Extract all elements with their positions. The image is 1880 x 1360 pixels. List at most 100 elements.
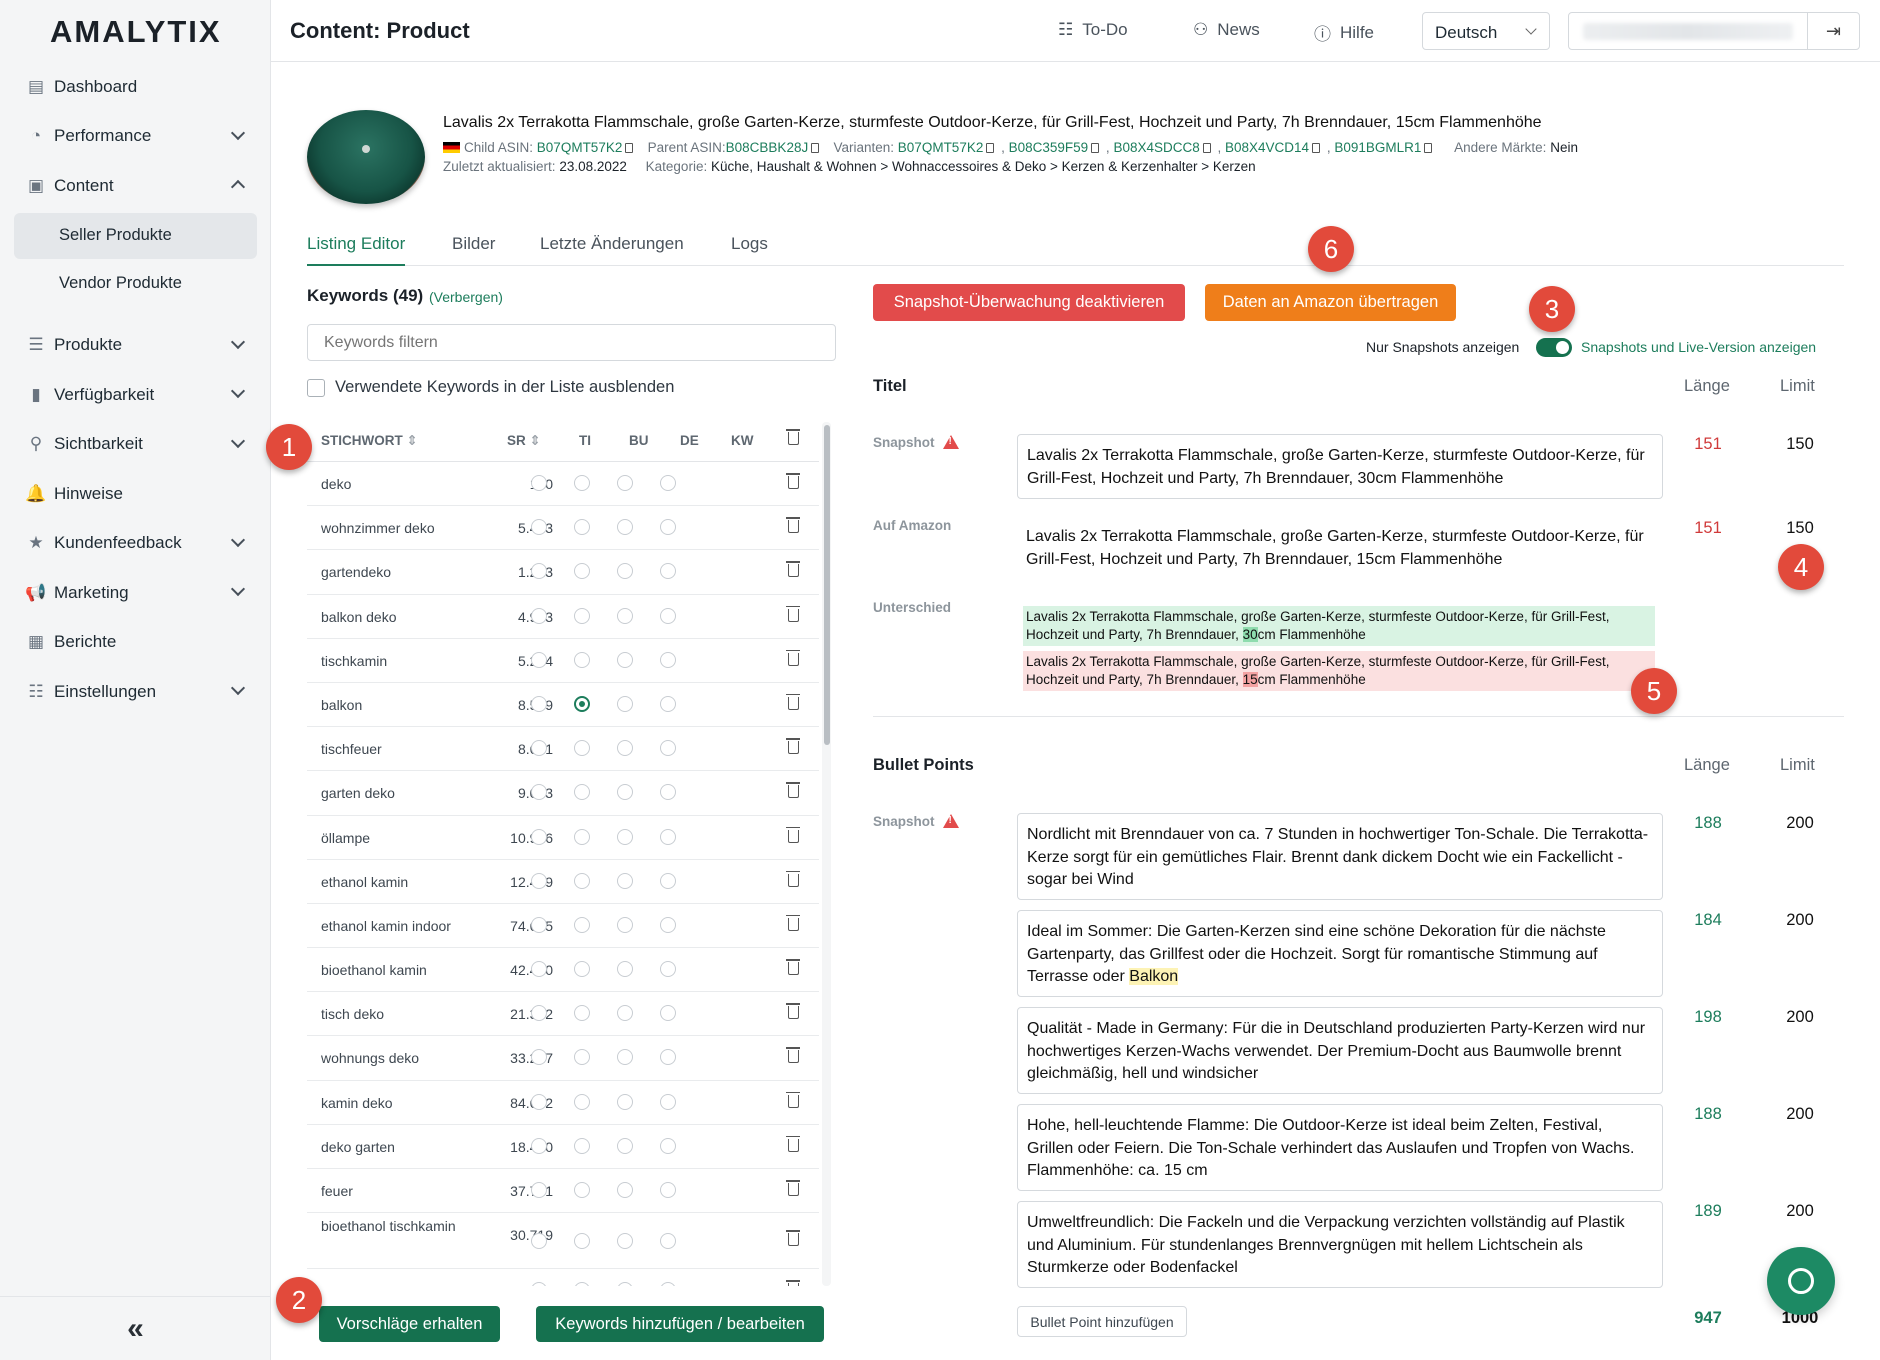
snapshots-live-label[interactable]: Snapshots und Live-Version anzeigen (1581, 339, 1816, 355)
sort-icon[interactable]: ⇕ (407, 433, 418, 448)
radio-de[interactable] (617, 872, 633, 889)
parent-asin-link[interactable]: B08CBBK28J (726, 140, 809, 155)
logout-icon[interactable]: ⇥ (1807, 13, 1859, 49)
radio-ti[interactable] (531, 828, 547, 845)
radio-kw[interactable] (660, 1282, 676, 1286)
radio-de[interactable] (617, 651, 633, 668)
sidebar-item-content[interactable]: ▣ Content (0, 161, 271, 211)
radio-bu[interactable] (574, 961, 590, 978)
radio-de[interactable] (617, 961, 633, 978)
trash-icon[interactable] (786, 1047, 800, 1064)
radio-ti[interactable] (531, 1093, 547, 1110)
radio-de[interactable] (617, 607, 633, 624)
radio-ti[interactable] (531, 651, 547, 668)
radio-bu[interactable] (574, 872, 590, 889)
sidebar-item-hinweise[interactable]: 🔔 Hinweise (0, 469, 271, 519)
trash-icon[interactable] (786, 782, 800, 799)
variant-asin-link[interactable]: B08X4SDCC8 (1113, 140, 1199, 155)
radio-ti[interactable] (531, 607, 547, 624)
chevron-down-icon[interactable] (230, 383, 246, 399)
trash-icon[interactable] (786, 870, 800, 887)
todo-link[interactable]: ☷ To-Do (1058, 20, 1128, 40)
radio-bu[interactable] (574, 1182, 590, 1198)
language-select[interactable]: Deutsch (1422, 12, 1550, 50)
radio-bu[interactable] (574, 475, 590, 491)
get-suggestions-button[interactable]: Vorschläge erhalten (319, 1306, 500, 1342)
radio-de[interactable] (617, 1182, 633, 1198)
col-keyword[interactable]: STICHWORT ⇕ (321, 433, 418, 449)
radio-ti[interactable] (531, 695, 547, 712)
help-link[interactable]: ⓘ Hilfe (1314, 20, 1374, 45)
radio-bu[interactable] (574, 1093, 590, 1110)
trash-icon[interactable] (786, 1180, 800, 1196)
copy-icon[interactable] (1202, 143, 1211, 153)
news-link[interactable]: ⚇ News (1193, 20, 1260, 40)
copy-icon[interactable] (986, 143, 995, 153)
trash-icon[interactable] (786, 693, 800, 710)
radio-kw[interactable] (660, 740, 676, 757)
bullet-point-field[interactable]: Qualität - Made in Germany: Für die in D… (1017, 1007, 1663, 1094)
radio-ti[interactable] (531, 475, 547, 491)
copy-icon[interactable] (1091, 143, 1100, 153)
radio-ti[interactable] (531, 1137, 547, 1154)
radio-kw[interactable] (660, 1093, 676, 1110)
radio-kw[interactable] (660, 695, 676, 712)
radio-kw[interactable] (660, 607, 676, 624)
trash-icon[interactable] (786, 1230, 800, 1247)
radio-ti[interactable] (531, 1182, 547, 1198)
trash-icon[interactable] (786, 738, 800, 755)
radio-bu[interactable] (574, 828, 590, 845)
chevron-down-icon[interactable] (230, 334, 246, 349)
only-snapshots-label[interactable]: Nur Snapshots anzeigen (1366, 339, 1519, 355)
radio-kw[interactable] (660, 651, 676, 668)
variant-asin-link[interactable]: B07QMT57K2 (898, 140, 984, 155)
sidebar-item-kundenfeedback[interactable]: ★ Kundenfeedback (0, 519, 271, 569)
radio-kw[interactable] (660, 872, 676, 889)
radio-bu[interactable] (574, 607, 590, 624)
tab-recent-changes[interactable]: Letzte Änderungen (540, 234, 684, 264)
copy-icon[interactable] (1424, 143, 1433, 153)
sidebar-item-performance[interactable]: ◔ Performance (0, 112, 271, 162)
sidebar-subitem-vendor-produkte[interactable]: Vendor Produkte (14, 261, 257, 307)
hide-keywords-link[interactable]: (Verbergen) (429, 289, 503, 305)
radio-bu[interactable] (574, 1282, 590, 1286)
radio-de[interactable] (617, 740, 633, 757)
add-bullet-point-button[interactable]: Bullet Point hinzufügen (1017, 1306, 1187, 1337)
snapshot-view-toggle[interactable] (1536, 338, 1572, 357)
radio-kw[interactable] (660, 916, 676, 933)
bullet-point-field[interactable]: Hohe, hell-leuchtende Flamme: Die Outdoo… (1017, 1104, 1663, 1191)
radio-kw[interactable] (660, 475, 676, 491)
radio-bu[interactable] (574, 695, 590, 712)
chevron-down-icon[interactable] (230, 581, 246, 597)
collapse-sidebar-icon[interactable]: « (0, 1296, 271, 1360)
trash-icon[interactable] (786, 605, 800, 622)
radio-bu[interactable] (574, 563, 590, 580)
radio-bu[interactable] (574, 651, 590, 668)
transfer-to-amazon-button[interactable]: Daten an Amazon übertragen (1205, 284, 1456, 321)
radio-de[interactable] (617, 519, 633, 536)
radio-kw[interactable] (660, 828, 676, 845)
add-edit-keywords-button[interactable]: Keywords hinzufügen / bearbeiten (536, 1306, 824, 1342)
sidebar-item-marketing[interactable]: 📢 Marketing (0, 568, 271, 618)
col-sr[interactable]: SR ⇕ (507, 433, 541, 449)
trash-icon[interactable] (786, 914, 800, 931)
trash-icon[interactable] (786, 517, 800, 534)
sidebar-item-einstellungen[interactable]: ☷ Einstellungen (0, 667, 271, 717)
radio-bu[interactable] (574, 1049, 590, 1066)
trash-icon[interactable] (786, 1135, 800, 1152)
radio-de[interactable] (617, 475, 633, 491)
snapshot-title-field[interactable]: Lavalis 2x Terrakotta Flammschale, große… (1017, 434, 1663, 499)
trash-icon[interactable] (786, 649, 800, 666)
trash-icon[interactable] (786, 1091, 800, 1108)
radio-de[interactable] (617, 1233, 633, 1250)
bullet-point-field[interactable]: Ideal im Sommer: Die Garten-Kerzen sind … (1017, 910, 1663, 997)
radio-kw[interactable] (660, 563, 676, 580)
chevron-down-icon[interactable] (230, 532, 246, 547)
radio-ti[interactable] (531, 1233, 547, 1250)
tab-images[interactable]: Bilder (452, 234, 495, 264)
radio-de[interactable] (617, 916, 633, 933)
radio-de[interactable] (617, 1137, 633, 1154)
radio-bu[interactable] (574, 519, 590, 536)
radio-bu[interactable] (574, 784, 590, 801)
sidebar-subitem-seller-produkte[interactable]: Seller Produkte (14, 212, 257, 259)
